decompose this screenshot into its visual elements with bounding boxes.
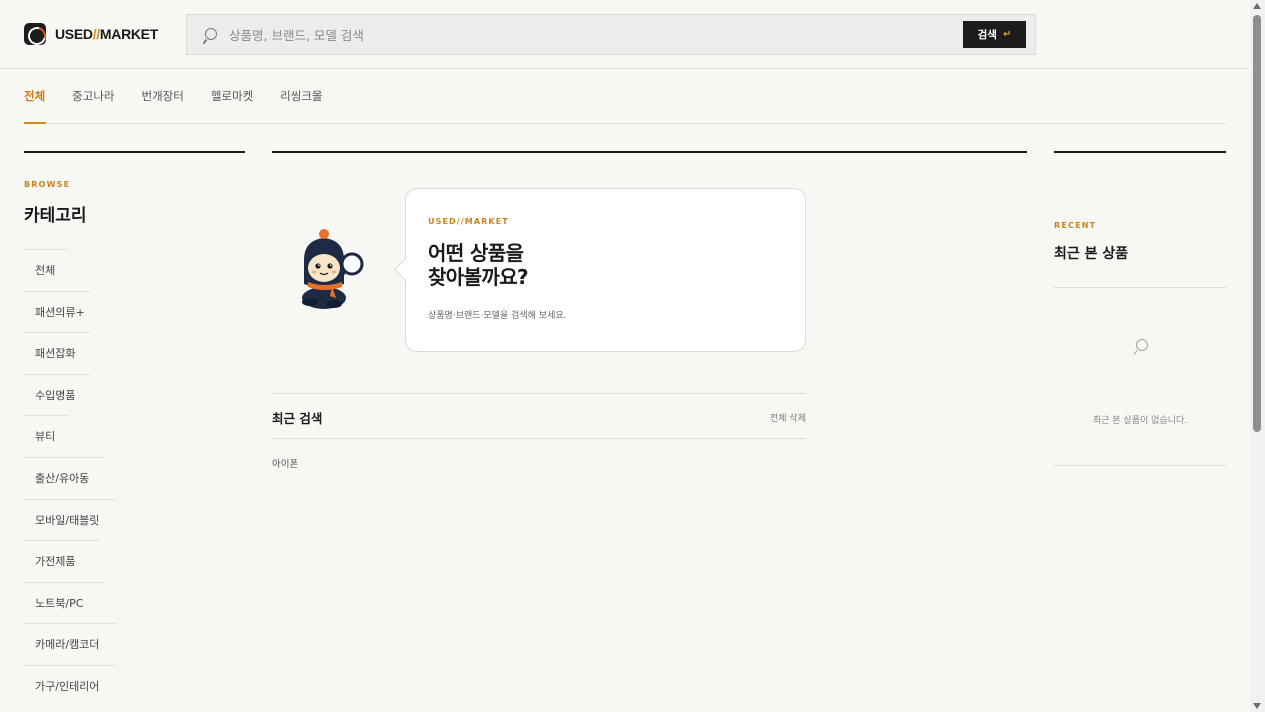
recent-search-divider-top bbox=[272, 393, 806, 394]
recent-search-title: 최근 검색 bbox=[272, 411, 323, 426]
hero-card: USED//MARKET 어떤 상품을 찾아볼까요? 상품명·브랜드·모델을 검… bbox=[405, 188, 806, 352]
hero-title-line-1: 어떤 상품을 bbox=[428, 241, 524, 265]
search-input[interactable] bbox=[229, 21, 929, 49]
category-item-fashion-clothing[interactable]: 패션의류+ bbox=[24, 290, 91, 333]
recent-search-divider bbox=[272, 438, 806, 439]
logo-icon bbox=[24, 23, 46, 45]
category-item-fashion-goods[interactable]: 패션잡화 bbox=[24, 332, 91, 374]
scroll-down-arrow-icon[interactable] bbox=[1253, 703, 1261, 709]
main-rule bbox=[272, 151, 1027, 153]
category-item-all[interactable]: 전체 bbox=[24, 249, 69, 291]
search-bar: 검색 ↵ bbox=[186, 14, 1036, 55]
tab-joonggonara[interactable]: 중고나라 bbox=[72, 69, 114, 124]
sidebar-rule bbox=[24, 151, 245, 153]
recent-viewed-divider-bottom bbox=[1054, 465, 1226, 466]
right-panel-rule bbox=[1054, 151, 1226, 153]
search-icon bbox=[205, 28, 217, 40]
enter-arrow-icon: ↵ bbox=[1002, 29, 1012, 40]
category-item-mobile-tablet[interactable]: 모바일/태블릿 bbox=[24, 498, 117, 541]
hero-kicker: USED//MARKET bbox=[428, 217, 509, 226]
hero-title-line-2: 찾아볼까요? bbox=[428, 265, 529, 289]
search-icon bbox=[1136, 339, 1148, 351]
category-item-baby-kids[interactable]: 출산/유아동 bbox=[24, 456, 104, 499]
tab-rethinkmall[interactable]: 리씽크몰 bbox=[280, 69, 322, 124]
tab-all[interactable]: 전체 bbox=[24, 69, 47, 124]
recent-viewed-kicker: RECENT bbox=[1054, 221, 1097, 230]
category-item-luxury[interactable]: 수입명품 bbox=[24, 373, 91, 416]
search-button[interactable]: 검색 ↵ bbox=[963, 21, 1026, 48]
sidebar-kicker: BROWSE bbox=[24, 180, 71, 189]
recent-viewed-title: 최근 본 상품 bbox=[1054, 246, 1129, 262]
sidebar-title: 카테고리 bbox=[24, 206, 87, 226]
recent-viewed-empty-text: 최근 본 상품이 없습니다. bbox=[1092, 416, 1188, 426]
clear-all-button[interactable]: 전체 삭제 bbox=[750, 411, 806, 424]
recent-viewed-divider-top bbox=[1054, 287, 1226, 288]
top-header: USED//MARKET 검색 ↵ bbox=[0, 0, 1250, 69]
category-item-beauty[interactable]: 뷰티 bbox=[24, 415, 69, 457]
recent-search-item[interactable]: 아이폰 bbox=[272, 456, 298, 470]
logo-text: USED//MARKET bbox=[55, 26, 158, 42]
hero-subtitle: 상품명·브랜드·모델을 검색해 보세요. bbox=[428, 311, 567, 321]
category-item-appliances[interactable]: 가전제품 bbox=[24, 540, 100, 582]
hero-title: 어떤 상품을 찾아볼까요? bbox=[428, 241, 728, 289]
site-logo[interactable]: USED//MARKET bbox=[24, 23, 158, 45]
category-list: 전체 패션의류+ 패션잡화 수입명품 뷰티 출산/유아동 모바일/태블릿 가전제… bbox=[24, 249, 124, 707]
category-item-camera[interactable]: 카메라/캠코더 bbox=[24, 623, 117, 665]
search-button-label: 검색 bbox=[977, 29, 997, 41]
category-item-laptop-pc[interactable]: 노트북/PC bbox=[24, 581, 104, 624]
scroll-up-arrow-icon[interactable] bbox=[1253, 3, 1261, 9]
tab-bunjang[interactable]: 번개장터 bbox=[142, 69, 184, 124]
page-scrollbar[interactable] bbox=[1250, 0, 1265, 712]
tab-hellomarket[interactable]: 헬로마켓 bbox=[211, 69, 253, 124]
mascot-magnifier-icon bbox=[302, 229, 364, 309]
market-tabs: 전체 중고나라 번개장터 헬로마켓 리씽크몰 bbox=[24, 69, 1226, 124]
category-item-furniture[interactable]: 가구/인테리어 bbox=[24, 664, 117, 707]
scrollbar-thumb[interactable] bbox=[1253, 15, 1261, 432]
